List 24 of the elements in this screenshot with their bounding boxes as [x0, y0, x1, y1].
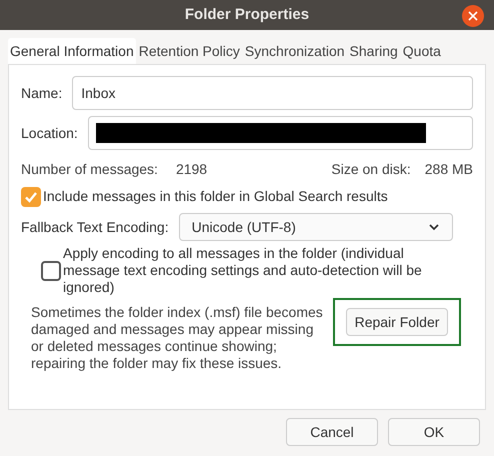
- chevron-down-icon: [428, 223, 440, 231]
- field-label: Fallback Text Encoding:: [21, 218, 169, 237]
- stat-label: Size on disk:: [331, 160, 411, 179]
- repair-folder-button[interactable]: Repair Folder: [346, 308, 448, 336]
- encoding-dropdown[interactable]: Unicode (UTF-8): [178, 213, 453, 241]
- field-label: Location:: [21, 124, 78, 142]
- close-icon: [468, 11, 478, 21]
- checkbox[interactable]: [21, 186, 41, 206]
- dialog-button[interactable]: Cancel: [286, 418, 378, 446]
- stat-label: Number of messages:: [21, 160, 158, 179]
- close-button[interactable]: [462, 5, 484, 27]
- window-title: Folder Properties: [184, 4, 310, 25]
- name-field[interactable]: Inbox: [72, 76, 473, 110]
- checkbox-label: Apply encoding to all messages in the folder (individual message text encoding settings and auto-detection will be ignored): [63, 245, 423, 296]
- tab[interactable]: General Information: [8, 38, 136, 64]
- location-field[interactable]: [88, 116, 473, 150]
- stat-value: 2198: [176, 160, 208, 179]
- stat-value: 288 MB: [424, 160, 473, 179]
- dialog-button[interactable]: OK: [388, 418, 480, 446]
- checkbox[interactable]: [41, 260, 61, 280]
- checkmark-icon: [24, 190, 38, 204]
- checkbox-label: Include messages in this folder in Global Search results: [43, 187, 388, 206]
- field-label: Name:: [21, 84, 62, 102]
- repair-description: Sometimes the folder index (.msf) file becomes damaged and messages may appear missing or deleted messages continue showing; repairing the folder may fix these issues.: [31, 304, 324, 372]
